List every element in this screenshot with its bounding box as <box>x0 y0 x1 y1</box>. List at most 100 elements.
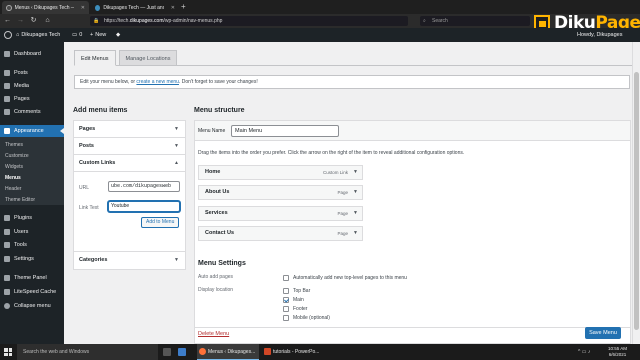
sidebar-item-comments[interactable]: Comments <box>0 106 64 118</box>
custom-links-panel: URL ube.com/dikupagesweb Link Text Youtu… <box>74 172 185 252</box>
taskbar-app-firefox[interactable]: Menus ‹ Dikupages... <box>197 344 259 360</box>
browser-tab-site[interactable]: Dikupages Tech — Just another Wo ✕ <box>91 1 179 14</box>
admin-bar-new[interactable]: + New <box>90 28 106 42</box>
home-icon[interactable]: ⌂ <box>43 16 52 25</box>
custom-link-text-input[interactable]: Youtube <box>108 201 180 212</box>
taskbar-clock[interactable]: 10:55 AM 6/6/2021 <box>608 346 627 358</box>
chevron-down-icon[interactable]: ▼ <box>353 166 358 179</box>
plugin-diamond-icon[interactable]: ◆ <box>116 28 120 42</box>
sidebar-item-settings[interactable]: Settings <box>0 253 64 265</box>
tab-edit-menus[interactable]: Edit Menus <box>74 50 116 66</box>
menu-structure-panel: Menu Name Main Menu Drag the items into … <box>194 120 631 344</box>
url-bar[interactable]: 🔒 https://tech.dikupages.com/wp-admin/na… <box>90 16 408 26</box>
menu-name-label: Menu Name <box>198 128 226 134</box>
menu-item-home[interactable]: Home Custom Link ▼ <box>198 165 363 180</box>
sidebar-item-users[interactable]: Users <box>0 226 64 238</box>
accordion-custom-links[interactable]: Custom Links ▲ <box>74 155 185 172</box>
sidebar-item-collapse-menu[interactable]: Collapse menu <box>0 300 64 312</box>
sidebar-item-litespeed-cache[interactable]: LiteSpeed Cache <box>0 286 64 298</box>
taskbar-app-powerpoint[interactable]: tutorials - PowerPo... <box>262 344 324 360</box>
auto-add-checkbox[interactable] <box>283 274 289 281</box>
submenu-item-menus[interactable]: Menus <box>0 173 64 184</box>
menu-item-contact-us[interactable]: Contact Us Page ▼ <box>198 226 363 241</box>
back-arrow-icon[interactable]: ← <box>3 16 12 25</box>
admin-bar-site[interactable]: ⌂ Dikupages Tech <box>16 28 60 42</box>
url-path: /wp-admin/nav-menus.php <box>163 18 223 24</box>
close-tab-icon[interactable]: ✕ <box>171 5 175 11</box>
create-new-menu-link[interactable]: create a new menu <box>136 79 179 85</box>
comment-icon <box>4 109 10 115</box>
powerpoint-icon <box>264 348 271 355</box>
close-tab-icon[interactable]: ✕ <box>81 5 85 11</box>
add-to-menu-button[interactable]: Add to Menu <box>141 217 180 228</box>
chevron-down-icon[interactable]: ▼ <box>353 207 358 220</box>
sidebar-item-media[interactable]: Media <box>0 80 64 92</box>
sidebar-item-pages[interactable]: Pages <box>0 93 64 105</box>
location-footer[interactable]: Footer <box>283 305 307 312</box>
accordion-categories[interactable]: Categories ▼ <box>74 252 185 269</box>
sidebar-item-posts[interactable]: Posts <box>0 67 64 79</box>
task-view-icon[interactable] <box>163 348 171 356</box>
admin-bar-comments[interactable]: ▭ 0 <box>72 28 82 42</box>
browser-search-input[interactable]: ⌕ Search <box>420 16 530 26</box>
menu-item-about-us[interactable]: About Us Page ▼ <box>198 185 363 200</box>
location-mobile[interactable]: Mobile (optional) <box>283 314 330 321</box>
page-scrollbar[interactable] <box>632 42 640 344</box>
howdy-text: Howdy, Dikupages <box>577 32 623 38</box>
menu-item-type: Page <box>337 211 348 216</box>
menu-item-services[interactable]: Services Page ▼ <box>198 206 363 221</box>
save-menu-button[interactable]: Save Menu <box>585 327 621 339</box>
admin-sidebar: Dashboard Posts Media Pages Comments App… <box>0 42 64 344</box>
sidebar-item-dashboard[interactable]: Dashboard <box>0 48 64 60</box>
wordpress-logo-icon[interactable] <box>4 28 12 42</box>
main-checkbox[interactable] <box>283 296 289 303</box>
edge-browser-icon[interactable] <box>178 348 186 356</box>
accordion-pages[interactable]: Pages ▼ <box>74 121 185 138</box>
comment-icon: ▭ <box>72 32 78 38</box>
menu-name-input[interactable]: Main Menu <box>231 125 339 137</box>
media-icon <box>4 83 10 89</box>
wp-admin-bar: ⌂ Dikupages Tech ▭ 0 + New ◆ Howdy, Diku… <box>0 28 640 42</box>
drag-instructions: Drag the items into the order you prefer… <box>198 150 465 156</box>
submenu-item-widgets[interactable]: Widgets <box>0 162 64 173</box>
delete-menu-link[interactable]: Delete Menu <box>198 331 229 337</box>
auto-add-pages-option[interactable]: Automatically add new top-level pages to… <box>283 274 407 281</box>
new-label: New <box>95 32 107 38</box>
submenu-item-themes[interactable]: Themes <box>0 140 64 151</box>
browser-tab-title: Menus ‹ Dikupages Tech — WordP <box>14 4 74 11</box>
manage-menus-notice: Edit your menu below, or create a new me… <box>74 75 630 89</box>
new-tab-button[interactable]: + <box>181 2 186 11</box>
admin-bar-account[interactable]: Howdy, Dikupages <box>577 28 622 42</box>
windows-start-icon[interactable] <box>4 348 12 356</box>
custom-link-url-input[interactable]: ube.com/dikupagesweb <box>108 181 180 192</box>
reload-icon[interactable]: ↻ <box>29 16 38 25</box>
pin-icon <box>4 70 10 76</box>
menu-item-type: Custom Link <box>322 170 348 175</box>
plug-icon <box>4 215 10 221</box>
sidebar-item-theme-panel[interactable]: Theme Panel <box>0 272 64 284</box>
submenu-item-theme-editor[interactable]: Theme Editor <box>0 195 64 206</box>
submenu-item-header[interactable]: Header <box>0 184 64 195</box>
mobile-checkbox[interactable] <box>283 314 289 321</box>
tab-manage-locations[interactable]: Manage Locations <box>118 50 178 66</box>
browser-tab-menus[interactable]: Menus ‹ Dikupages Tech — WordP ✕ <box>2 1 89 14</box>
accordion-posts[interactable]: Posts ▼ <box>74 138 185 155</box>
footer-checkbox[interactable] <box>283 305 289 312</box>
chevron-down-icon: ▼ <box>174 257 179 263</box>
scrollbar-thumb[interactable] <box>634 72 639 330</box>
location-main[interactable]: Main <box>283 296 304 303</box>
sidebar-item-plugins[interactable]: Plugins <box>0 212 64 224</box>
sidebar-item-appearance[interactable]: Appearance <box>0 125 64 137</box>
menu-item-type: Page <box>337 190 348 195</box>
submenu-item-customize[interactable]: Customize <box>0 151 64 162</box>
litespeed-icon <box>4 289 10 295</box>
plus-icon: + <box>90 32 94 38</box>
top-bar-checkbox[interactable] <box>283 287 289 294</box>
location-top-bar[interactable]: Top Bar <box>283 287 310 294</box>
chevron-down-icon[interactable]: ▼ <box>353 227 358 240</box>
system-tray-icons[interactable]: ^ ▭ ♪ <box>578 349 590 355</box>
forward-arrow-icon[interactable]: → <box>16 16 25 25</box>
taskbar-search-input[interactable]: Search the web and Windows <box>17 344 158 360</box>
chevron-down-icon[interactable]: ▼ <box>353 186 358 199</box>
sidebar-item-tools[interactable]: Tools <box>0 239 64 251</box>
